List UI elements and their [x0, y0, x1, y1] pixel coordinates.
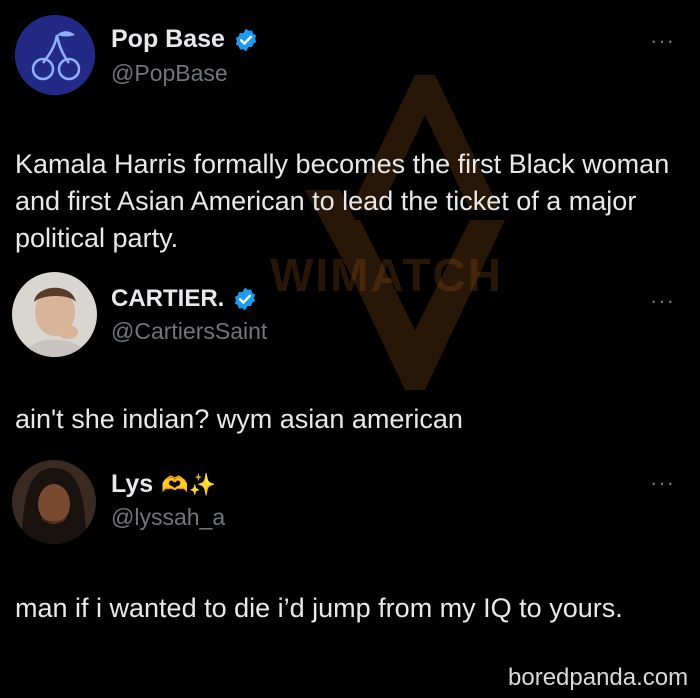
display-name[interactable]: Cartier. — [111, 285, 224, 313]
post-text-popbase: Kamala Harris formally becomes the first… — [15, 149, 670, 253]
display-name[interactable]: Lys — [111, 470, 153, 499]
author-handle-lys[interactable]: @lyssah_a — [111, 504, 225, 531]
avatar-lys[interactable] — [12, 460, 96, 544]
more-options-button[interactable]: ··· — [650, 28, 675, 54]
avatar-cartier[interactable] — [12, 272, 97, 357]
name-emoji: 🫶✨ — [161, 471, 216, 497]
display-name[interactable]: Pop Base — [111, 25, 225, 54]
site-watermark: boredpanda.com — [508, 664, 689, 691]
more-options-button[interactable]: ··· — [650, 288, 675, 314]
author-handle-cartier[interactable]: @CartiersSaint — [111, 318, 267, 345]
cherry-icon — [15, 15, 95, 95]
verified-badge-icon — [235, 28, 257, 51]
author-name-lys[interactable]: Lys 🫶✨ — [111, 470, 216, 499]
author-name-popbase[interactable]: Pop Base — [111, 25, 259, 54]
post-text-cartier: ain't she indian? wym asian american — [15, 404, 463, 434]
verified-badge-icon — [235, 287, 256, 311]
profile-photo-icon — [12, 460, 96, 544]
author-handle-popbase[interactable]: @PopBase — [111, 60, 228, 87]
profile-photo-icon — [12, 272, 97, 357]
post-text-lys: man if i wanted to die i’d jump from my … — [15, 593, 623, 623]
avatar-popbase[interactable] — [15, 15, 95, 95]
author-name-cartier[interactable]: Cartier. — [111, 285, 258, 313]
more-options-button[interactable]: ··· — [650, 470, 675, 496]
